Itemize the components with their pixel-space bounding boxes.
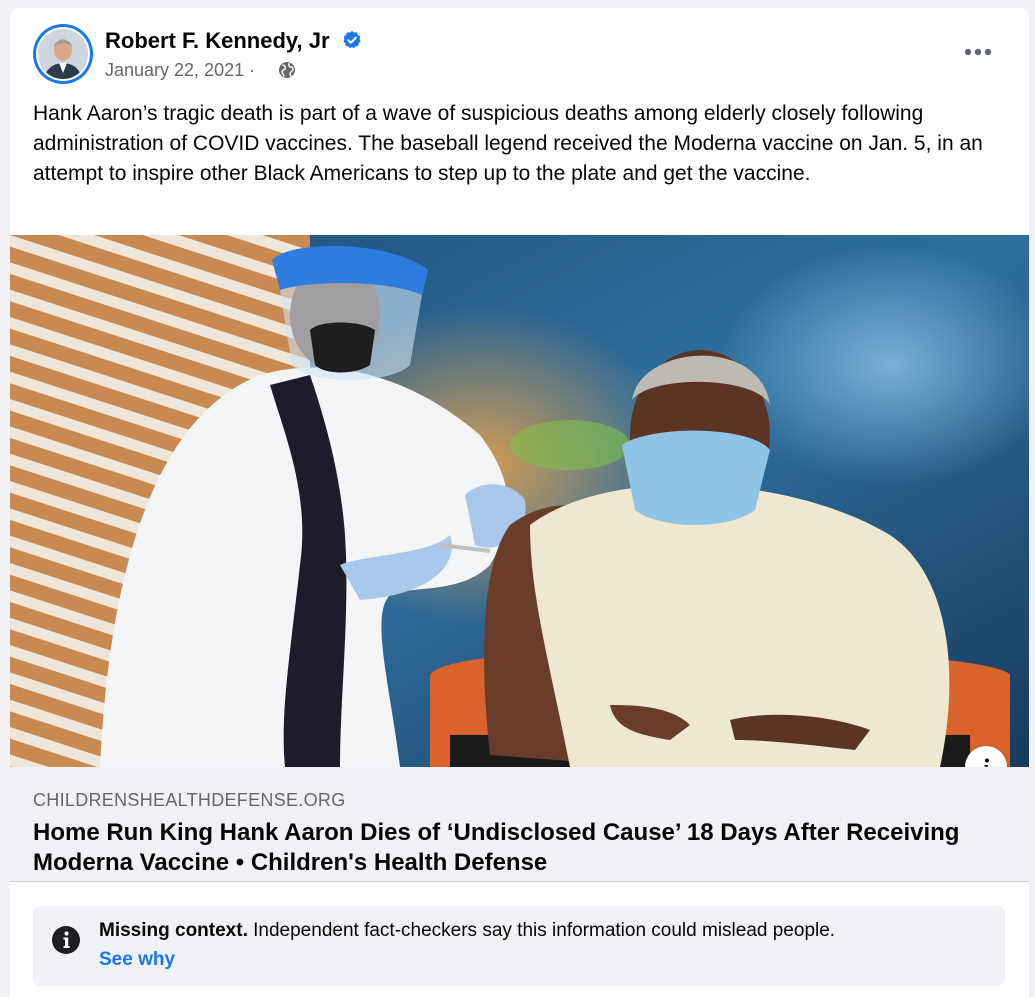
author-avatar[interactable]	[33, 24, 93, 84]
link-title[interactable]: Home Run King Hank Aaron Dies of ‘Undisc…	[33, 818, 993, 878]
fact-check-label: Missing context.	[99, 920, 248, 941]
avatar-photo	[38, 29, 88, 79]
post-date[interactable]: January 22, 2021	[105, 60, 244, 80]
post-meta: January 22, 2021 ·	[105, 59, 255, 81]
link-preview[interactable]: CHILDRENSHEALTHDEFENSE.ORG Home Run King…	[10, 767, 1029, 882]
globe-icon[interactable]	[278, 61, 296, 79]
post-header: Robert F. Kennedy, Jr January 22, 2021 ·	[10, 8, 1029, 98]
fact-check-text: Independent fact-checkers say this infor…	[247, 920, 836, 941]
info-circle-icon	[52, 926, 80, 954]
meta-separator: ·	[244, 60, 256, 80]
verified-badge-icon	[343, 31, 361, 49]
fact-check-notice: Missing context. Independent fact-checke…	[33, 906, 1005, 986]
link-domain: CHILDRENSHEALTHDEFENSE.ORG	[33, 790, 346, 810]
post-text: Hank Aaron’s tragic death is part of a w…	[33, 102, 983, 185]
see-why-link[interactable]: See why	[99, 949, 175, 971]
more-options-icon	[964, 48, 992, 56]
post-image[interactable]	[10, 235, 1029, 767]
author-name[interactable]: Robert F. Kennedy, Jr	[105, 28, 330, 54]
facebook-post: Robert F. Kennedy, Jr January 22, 2021 ·…	[10, 8, 1029, 997]
fact-check-message: Missing context. Independent fact-checke…	[99, 920, 835, 942]
more-options-button[interactable]	[958, 34, 998, 70]
vaccination-photo	[10, 235, 1029, 767]
